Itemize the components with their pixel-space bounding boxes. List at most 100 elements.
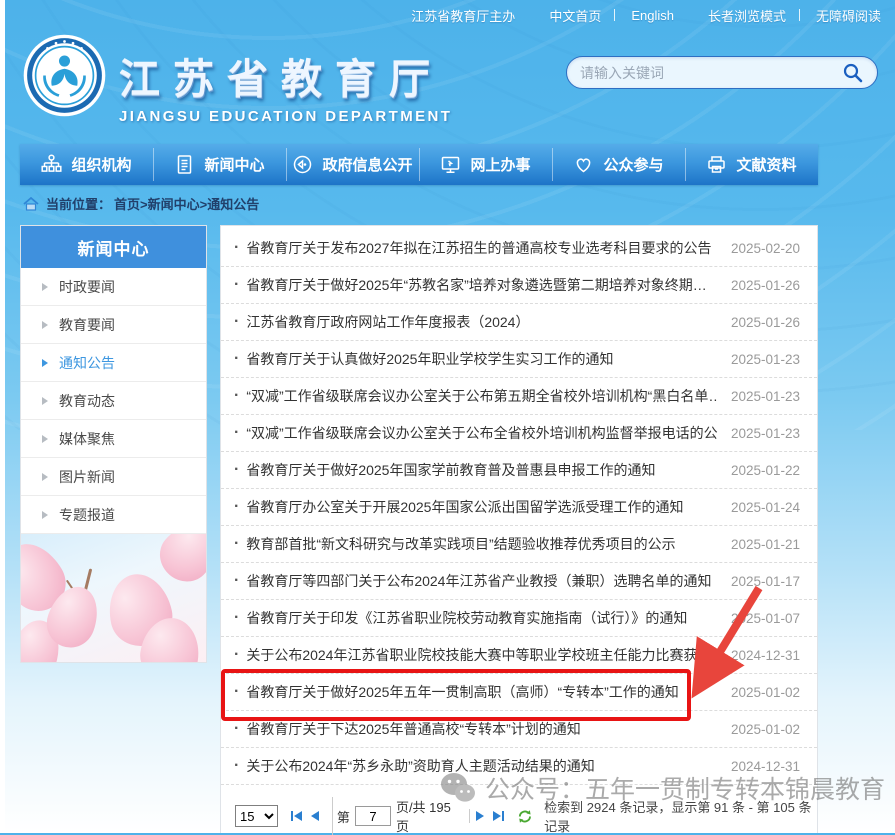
sidebar-item[interactable]: 时政要闻 [21,268,206,306]
online-service-icon [440,154,461,175]
notice-title[interactable]: 省教育厅关于做好2025年国家学前教育普及普惠县申报工作的通知 [246,460,719,480]
notice-row[interactable]: · 省教育厅关于认真做好2025年职业学校学生实习工作的通知 2025-01-2… [221,341,817,378]
notice-row[interactable]: · 关于公布2024年“苏乡永助”资助育人主题活动结果的通知 2024-12-3… [221,748,817,785]
sidebar-item[interactable]: 媒体聚焦 [21,420,206,458]
sidebar-item[interactable]: 教育动态 [21,382,206,420]
notice-row[interactable]: · 省教育厅办公室关于开展2025年国家公派出国留学选派受理工作的通知 2025… [221,489,817,526]
notice-row[interactable]: · 教育部首批“新文科研究与改革实践项目”结题验收推荐优秀项目的公示 2025-… [221,526,817,563]
prev-page-button[interactable] [309,809,321,823]
page-size-select[interactable]: 15 [235,805,278,827]
notice-row[interactable]: · 省教育厅等四部门关于公布2024年江苏省产业教授（兼职）选聘名单的通知 20… [221,563,817,600]
nav-item[interactable]: 政府信息公开 [286,144,419,185]
sidebar-item[interactable]: 图片新闻 [21,458,206,496]
notice-title[interactable]: 省教育厅关于下达2025年普通高校“专转本”计划的通知 [246,719,719,739]
top-link[interactable]: English [631,8,674,23]
next-page-button[interactable] [474,809,486,823]
notice-date: 2025-01-26 [731,315,800,330]
notice-title[interactable]: 省教育厅关于印发《江苏省职业院校劳动教育实施指南（试行）》的通知 [246,608,719,628]
nav-item[interactable]: 新闻中心 [153,144,286,185]
notice-row[interactable]: · 关于公布2024年江苏省职业院校技能大赛中等职业学校班主任能力比赛获奖… 2… [221,637,817,674]
sidebar-item-label: 专题报道 [59,505,115,525]
dot-bullet: · [234,683,239,701]
top-link[interactable]: 长者浏览模式 [708,6,800,25]
record-count-text: 检索到 2924 条记录，显示第 91 条 - 第 105 条记录 [544,797,817,835]
sidebar: 新闻中心 时政要闻 教育要闻 通知公告 教育动态 媒体聚焦 图片新闻 专题报道 [20,225,207,663]
notice-date: 2025-01-23 [731,352,800,367]
notice-row[interactable]: · 省教育厅关于发布2027年拟在江苏招生的普通高校专业选考科目要求的公告 20… [221,230,817,267]
nav-item[interactable]: 网上办事 [419,144,552,185]
notice-row[interactable]: · 江苏省教育厅政府网站工作年度报表（2024） 2025-01-26 [221,304,817,341]
notice-title[interactable]: 关于公布2024年“苏乡永助”资助育人主题活动结果的通知 [246,756,719,776]
notice-title[interactable]: 省教育厅办公室关于开展2025年国家公派出国留学选派受理工作的通知 [246,497,719,517]
top-link[interactable]: 无障碍阅读 [816,6,881,25]
sidebar-item-label: 通知公告 [59,353,115,373]
notice-date: 2025-01-07 [731,611,800,626]
notice-title[interactable]: 关于公布2024年江苏省职业院校技能大赛中等职业学校班主任能力比赛获奖… [246,645,719,665]
notice-row[interactable]: · 省教育厅关于下达2025年普通高校“专转本”计划的通知 2025-01-02 [221,711,817,748]
dot-bullet: · [234,350,239,368]
dot-bullet: · [234,424,239,442]
notice-title[interactable]: 江苏省教育厅政府网站工作年度报表（2024） [246,312,719,332]
page-label-prefix: 第 [337,807,350,826]
notice-row[interactable]: · 省教育厅关于做好2025年国家学前教育普及普惠县申报工作的通知 2025-0… [221,452,817,489]
dot-bullet: · [234,239,239,257]
notice-date: 2025-01-24 [731,500,800,515]
notice-title[interactable]: 省教育厅等四部门关于公布2024年江苏省产业教授（兼职）选聘名单的通知 [246,571,719,591]
top-link[interactable]: 中文首页 [549,6,615,25]
dot-bullet: · [234,535,239,553]
site-logo[interactable]: 江苏省教育厅 JIANGSU EDUCATION DEPARTMENT [22,33,452,125]
nav-item[interactable]: 组织机构 [20,144,153,185]
triangle-bullet-icon [42,359,48,367]
notice-title[interactable]: “双减”工作省级联席会议办公室关于公布第五期全省校外培训机构“黑白名单… [246,386,719,406]
notice-date: 2025-01-23 [731,426,800,441]
sidebar-item[interactable]: 通知公告 [21,344,206,382]
notice-title[interactable]: “双减”工作省级联席会议办公室关于公布全省校外培训机构监督举报电话的公… [246,423,719,443]
nav-item[interactable]: 文献资料 [685,144,818,185]
nav-item[interactable]: 公众参与 [552,144,685,185]
dot-bullet: · [234,646,239,664]
notice-title[interactable]: 省教育厅关于认真做好2025年职业学校学生实习工作的通知 [246,349,719,369]
notice-date: 2025-01-21 [731,537,800,552]
org-chart-icon [41,154,62,175]
dot-bullet: · [234,276,239,294]
sidebar-item[interactable]: 专题报道 [21,496,206,534]
first-page-button[interactable] [289,809,304,823]
page-label-suffix: 页/共 195 页 [396,797,458,835]
sidebar-item[interactable]: 教育要闻 [21,306,206,344]
nav-item-label: 网上办事 [470,154,530,175]
archive-printer-icon [706,154,727,175]
triangle-bullet-icon [42,435,48,443]
sidebar-item-label: 媒体聚焦 [59,429,115,449]
triangle-bullet-icon [42,321,48,329]
education-department-emblem-icon [22,33,107,118]
triangle-bullet-icon [42,283,48,291]
refresh-icon[interactable] [517,808,533,825]
notice-date: 2024-12-31 [731,648,800,663]
triangle-bullet-icon [42,511,48,519]
triangle-bullet-icon [42,397,48,405]
site-subtitle: JIANGSU EDUCATION DEPARTMENT [119,108,452,125]
notice-title[interactable]: 教育部首批“新文科研究与改革实践项目”结题验收推荐优秀项目的公示 [246,534,719,554]
notice-row[interactable]: · 省教育厅关于做好2025年“苏教名家”培养对象遴选暨第二期培养对象终期… 2… [221,267,817,304]
dot-bullet: · [234,609,239,627]
info-disclosure-icon [292,154,313,175]
site-search [566,56,878,89]
breadcrumb-path[interactable]: 首页>新闻中心>通知公告 [114,194,259,213]
search-icon[interactable] [842,62,864,84]
notice-row[interactable]: · 省教育厅关于做好2025年五年一贯制高职（高师）“专转本”工作的通知 202… [221,674,817,711]
sidebar-item-label: 教育要闻 [59,315,115,335]
notice-date: 2025-02-20 [731,241,800,256]
top-link[interactable]: 江苏省教育厅主办 [411,6,515,25]
notice-title[interactable]: 省教育厅关于做好2025年“苏教名家”培养对象遴选暨第二期培养对象终期… [246,275,719,295]
notice-row[interactable]: · “双减”工作省级联席会议办公室关于公布第五期全省校外培训机构“黑白名单… 2… [221,378,817,415]
page-number-input[interactable] [355,806,391,826]
last-page-button[interactable] [491,809,506,823]
dot-bullet: · [234,461,239,479]
nav-item-label: 文献资料 [736,154,796,175]
notice-title[interactable]: 省教育厅关于做好2025年五年一贯制高职（高师）“专转本”工作的通知 [246,682,719,702]
search-input[interactable] [580,65,842,81]
nav-item-label: 政府信息公开 [322,154,412,175]
notice-row[interactable]: · 省教育厅关于印发《江苏省职业院校劳动教育实施指南（试行）》的通知 2025-… [221,600,817,637]
notice-row[interactable]: · “双减”工作省级联席会议办公室关于公布全省校外培训机构监督举报电话的公… 2… [221,415,817,452]
notice-title[interactable]: 省教育厅关于发布2027年拟在江苏招生的普通高校专业选考科目要求的公告 [246,238,719,258]
